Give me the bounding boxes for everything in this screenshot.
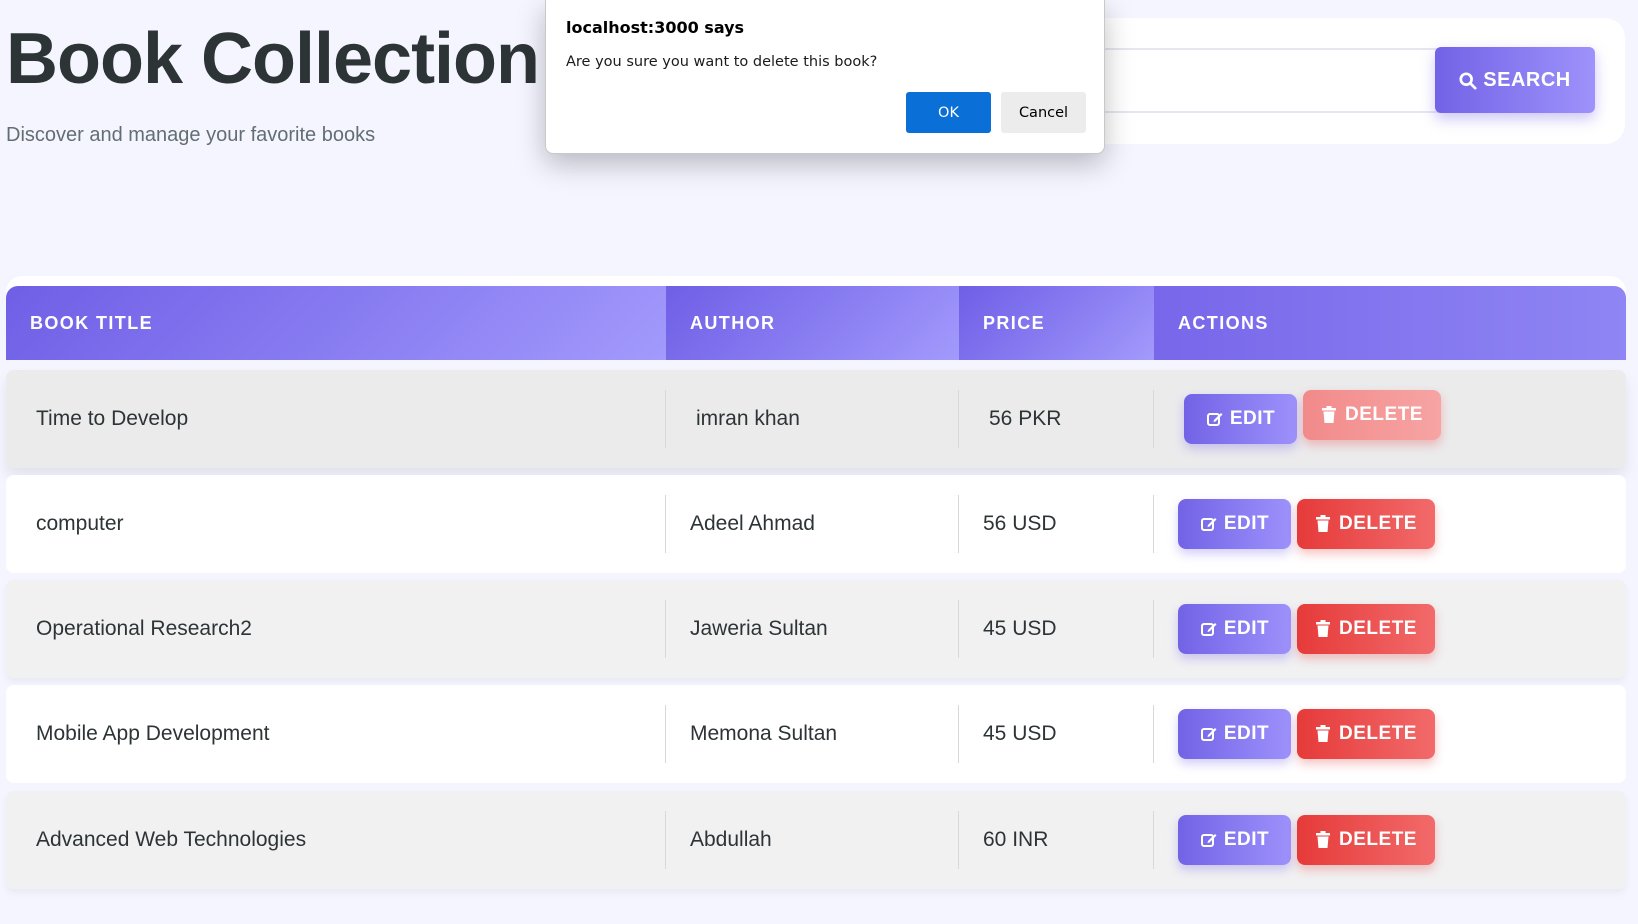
confirm-dialog: localhost:3000 says Are you sure you wan… <box>545 0 1105 154</box>
cell-title: Time to Develop <box>6 390 666 448</box>
trash-icon <box>1315 515 1333 533</box>
edit-button-label: EDIT <box>1223 723 1270 744</box>
search-button[interactable]: SEARCH <box>1435 47 1595 113</box>
page-subtitle: Discover and manage your favorite books <box>6 124 376 146</box>
column-header-price: PRICE <box>959 286 1154 360</box>
table-row: Advanced Web Technologies Abdullah 60 IN… <box>6 791 1626 889</box>
column-header-title: BOOK TITLE <box>6 286 666 360</box>
trash-icon <box>1315 831 1333 849</box>
edit-icon <box>1206 410 1224 428</box>
edit-button-label: EDIT <box>1223 618 1270 639</box>
table-row: Operational Research2 Jaweria Sultan 45 … <box>6 580 1626 678</box>
cell-actions: EDIT DELETE <box>1154 811 1626 869</box>
search-input[interactable] <box>1080 48 1450 113</box>
edit-button[interactable]: EDIT <box>1178 604 1291 654</box>
edit-button-label: EDIT <box>1229 408 1276 429</box>
cell-actions: EDIT DELETE <box>1154 495 1626 553</box>
edit-button-label: EDIT <box>1223 513 1270 534</box>
delete-button[interactable]: DELETE <box>1303 390 1441 440</box>
cell-author: imran khan <box>666 390 959 448</box>
ok-button[interactable]: OK <box>906 92 991 133</box>
column-header-author: AUTHOR <box>666 286 959 360</box>
dialog-title: localhost:3000 says <box>566 18 745 37</box>
cell-title: computer <box>6 495 666 553</box>
books-table: BOOK TITLE AUTHOR PRICE ACTIONS Time to … <box>6 276 1626 924</box>
delete-button[interactable]: DELETE <box>1297 604 1435 654</box>
cell-price: 45 USD <box>959 705 1154 763</box>
delete-button-label: DELETE <box>1345 404 1423 425</box>
search-icon <box>1459 71 1477 90</box>
table-row: Time to Develop imran khan 56 PKR EDIT D… <box>6 370 1626 468</box>
cell-price: 56 USD <box>959 495 1154 553</box>
cell-actions: EDIT DELETE <box>1154 705 1626 763</box>
edit-icon <box>1200 620 1218 638</box>
edit-icon <box>1200 831 1218 849</box>
edit-button[interactable]: EDIT <box>1184 394 1297 444</box>
cell-title: Mobile App Development <box>6 705 666 763</box>
cell-author: Abdullah <box>666 811 959 869</box>
delete-button[interactable]: DELETE <box>1297 499 1435 549</box>
edit-button-label: EDIT <box>1223 829 1270 850</box>
column-header-actions: ACTIONS <box>1154 286 1626 360</box>
cell-title: Advanced Web Technologies <box>6 811 666 869</box>
table-row: Mobile App Development Memona Sultan 45 … <box>6 685 1626 783</box>
cell-author: Memona Sultan <box>666 705 959 763</box>
edit-icon <box>1200 725 1218 743</box>
cell-price: 60 INR <box>959 811 1154 869</box>
cell-actions: EDIT DELETE <box>1154 600 1626 658</box>
cell-actions: EDIT DELETE <box>1154 390 1626 448</box>
cell-author: Adeel Ahmad <box>666 495 959 553</box>
delete-button-label: DELETE <box>1339 618 1417 639</box>
search-card: SEARCH <box>1080 18 1625 144</box>
cell-title: Operational Research2 <box>6 600 666 658</box>
cancel-button[interactable]: Cancel <box>1001 92 1086 133</box>
edit-button[interactable]: EDIT <box>1178 499 1291 549</box>
dialog-message: Are you sure you want to delete this boo… <box>566 54 878 70</box>
page-title: Book Collection <box>6 19 540 99</box>
search-button-label: SEARCH <box>1483 68 1571 91</box>
table-header: BOOK TITLE AUTHOR PRICE ACTIONS <box>6 286 1626 360</box>
edit-icon <box>1200 515 1218 533</box>
cell-price: 56 PKR <box>959 390 1154 448</box>
delete-button[interactable]: DELETE <box>1297 815 1435 865</box>
trash-icon <box>1321 406 1339 424</box>
delete-button[interactable]: DELETE <box>1297 709 1435 759</box>
cell-price: 45 USD <box>959 600 1154 658</box>
edit-button[interactable]: EDIT <box>1178 815 1291 865</box>
delete-button-label: DELETE <box>1339 513 1417 534</box>
trash-icon <box>1315 725 1333 743</box>
trash-icon <box>1315 620 1333 638</box>
table-row: computer Adeel Ahmad 56 USD EDIT DELETE <box>6 475 1626 573</box>
delete-button-label: DELETE <box>1339 829 1417 850</box>
cell-author: Jaweria Sultan <box>666 600 959 658</box>
edit-button[interactable]: EDIT <box>1178 709 1291 759</box>
delete-button-label: DELETE <box>1339 723 1417 744</box>
